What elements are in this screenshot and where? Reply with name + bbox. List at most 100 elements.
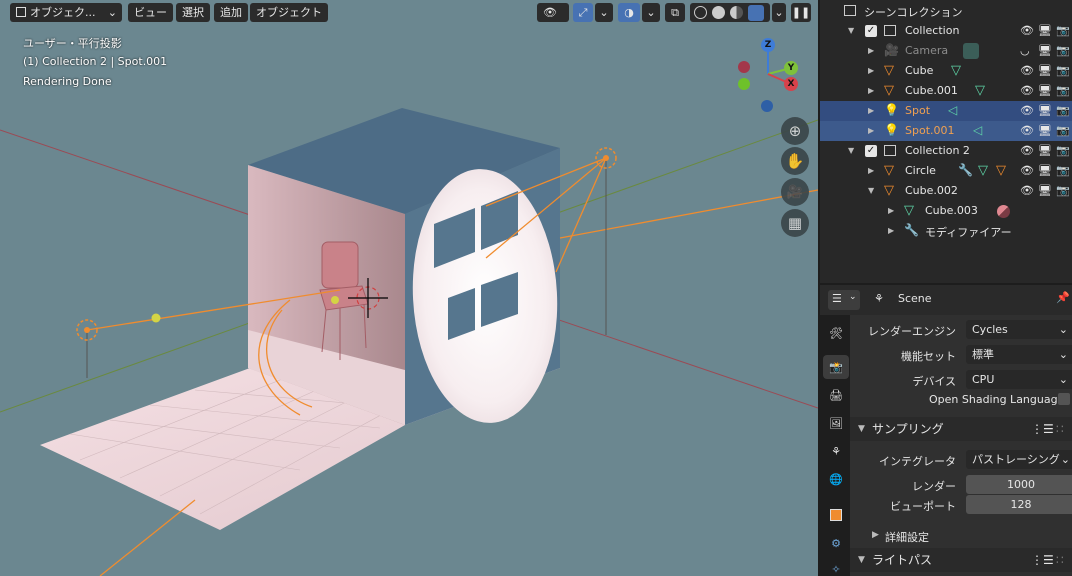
expand-down-icon[interactable]: ▼ [868, 186, 874, 195]
eye-icon[interactable]: 👁 [1020, 184, 1034, 198]
sampling-panel-header[interactable]: ▼ サンプリング ⋮☰ ∷ [850, 417, 1072, 441]
monitor-icon[interactable]: 🖥 [1038, 64, 1052, 78]
monitor-icon[interactable]: 🖥 [1038, 24, 1052, 38]
monitor-icon[interactable]: 🖥 [1038, 144, 1052, 158]
monitor-icon[interactable]: 🖥 [1038, 84, 1052, 98]
tab-particles[interactable]: ✧ [823, 557, 849, 576]
list-icon[interactable]: ⋮☰ [1031, 548, 1054, 572]
camera-render-icon[interactable]: 📷 [1056, 24, 1070, 38]
editor-type-dropdown[interactable]: ☰ ⌄ [828, 290, 860, 310]
expand-right-icon[interactable]: ▶ [868, 66, 874, 75]
pin-icon[interactable]: 📌 [1056, 291, 1070, 304]
render-engine-select[interactable]: Cycles ⌄ [966, 320, 1072, 339]
camera-view-button[interactable]: 🎥 [781, 178, 809, 206]
include-checkbox[interactable]: ✓ [865, 25, 877, 37]
osl-checkbox[interactable] [1058, 393, 1070, 405]
gizmo-neg-z-axis[interactable] [761, 100, 773, 112]
tab-modifiers[interactable]: ⚙ [823, 531, 849, 555]
integrator-select[interactable]: パストレーシング ⌄ [966, 450, 1072, 469]
tab-output[interactable]: 🖨 [823, 383, 849, 407]
tab-render[interactable]: 📸 [823, 355, 849, 379]
3d-viewport[interactable]: オブジェク... ⌄ ビュー 選択 追加 オブジェクト 👁 ⤢ ⌄ ◑ ⌄ ⧉ ⌄… [0, 0, 818, 576]
material-shading-icon[interactable] [730, 6, 743, 19]
chevron-down-icon[interactable]: ⌄ [595, 3, 613, 22]
drag-handle-icon[interactable]: ∷ [1056, 417, 1064, 441]
gizmo-y-axis[interactable]: Y [784, 61, 798, 75]
menu-select[interactable]: 選択 [176, 3, 210, 22]
eye-icon[interactable]: 👁 [1020, 24, 1034, 38]
render-samples-field[interactable]: 1000 [966, 475, 1072, 494]
eye-icon[interactable]: 👁 [1020, 124, 1034, 138]
gizmo-x-axis[interactable]: X [784, 77, 798, 91]
tab-view-layer[interactable]: 🖼 [823, 411, 849, 435]
camera-render-icon[interactable]: 📷 [1056, 64, 1070, 78]
wireframe-shading-icon[interactable] [694, 6, 707, 19]
expand-right-icon[interactable]: ▶ [868, 166, 874, 175]
expand-right-icon[interactable]: ▶ [868, 86, 874, 95]
eye-icon[interactable]: 👁 [1020, 104, 1034, 118]
camera-render-icon[interactable]: 📷 [1056, 44, 1070, 58]
menu-view[interactable]: ビュー [128, 3, 173, 22]
camera-render-icon[interactable]: 📷 [1056, 84, 1070, 98]
gizmo-neg-x-axis[interactable] [738, 61, 750, 73]
outliner: シーンコレクション ▼ ✓ Collection ▶ 🎥 Camera ▶ ▽ … [820, 0, 1072, 283]
ortho-toggle-button[interactable]: ▦ [781, 209, 809, 237]
expand-down-icon[interactable]: ▼ [848, 26, 854, 35]
lightpath-panel-header[interactable]: ▼ ライトパス ⋮☰ ∷ [850, 548, 1072, 572]
expand-right-icon[interactable]: ▶ [868, 126, 874, 135]
rendered-shading-icon[interactable] [748, 5, 764, 21]
navigation-gizmo[interactable]: Z Y X [736, 36, 806, 114]
tab-object[interactable] [823, 503, 849, 527]
feature-set-select[interactable]: 標準 ⌄ [966, 345, 1072, 364]
menu-add[interactable]: 追加 [214, 3, 248, 22]
visibility-dropdown[interactable]: 👁 [537, 3, 569, 22]
eye-icon[interactable]: 👁 [1020, 144, 1034, 158]
mode-dropdown[interactable]: オブジェク... ⌄ [10, 3, 122, 22]
gizmo-toggle[interactable]: ⤢ [573, 3, 593, 22]
monitor-icon[interactable]: 🖥 [1038, 164, 1052, 178]
gizmo-z-axis[interactable]: Z [761, 38, 775, 52]
viewport-samples-field[interactable]: 128 [966, 495, 1072, 514]
eye-icon[interactable]: 👁 [1020, 84, 1034, 98]
blender-window: オブジェク... ⌄ ビュー 選択 追加 オブジェクト 👁 ⤢ ⌄ ◑ ⌄ ⧉ ⌄… [0, 0, 1072, 576]
drag-handle-icon[interactable]: ∷ [1056, 548, 1064, 572]
outliner-row-modifiers[interactable]: ▶ 🔧 モディファイアー [820, 221, 1072, 241]
eye-icon[interactable]: 👁 [1020, 164, 1034, 178]
scene-collection-row[interactable]: シーンコレクション [820, 1, 1072, 21]
expand-right-icon[interactable]: ▶ [868, 106, 874, 115]
zoom-button[interactable]: ⊕ [781, 117, 809, 145]
chevron-down-icon[interactable]: ⌄ [772, 3, 786, 22]
expand-right-icon[interactable]: ▶ [888, 226, 894, 235]
camera-render-icon[interactable]: 📷 [1056, 104, 1070, 118]
chevron-down-icon[interactable]: ⌄ [642, 3, 660, 22]
solid-shading-icon[interactable] [712, 6, 725, 19]
expand-right-icon[interactable]: ▶ [888, 206, 894, 215]
camera-render-icon[interactable]: 📷 [1056, 124, 1070, 138]
tab-tool[interactable]: 🛠 [823, 321, 849, 345]
eye-icon[interactable]: 👁 [1020, 64, 1034, 78]
menu-object[interactable]: オブジェクト [250, 3, 328, 22]
include-checkbox[interactable]: ✓ [865, 145, 877, 157]
expand-down-icon[interactable]: ▼ [848, 146, 854, 155]
device-select[interactable]: CPU ⌄ [966, 370, 1072, 389]
pause-render-button[interactable]: ❚❚ [791, 3, 811, 22]
tab-world[interactable]: 🌐 [823, 467, 849, 491]
camera-render-icon[interactable]: 📷 [1056, 144, 1070, 158]
monitor-icon[interactable]: 🖥 [1038, 104, 1052, 118]
monitor-icon[interactable]: 🖥 [1038, 184, 1052, 198]
xray-toggle[interactable]: ⧉ [665, 3, 685, 22]
outliner-row-cube-003[interactable]: ▶ ▽ Cube.003 [820, 201, 1072, 221]
monitor-icon[interactable]: 🖥 [1038, 44, 1052, 58]
camera-render-icon[interactable]: 📷 [1056, 164, 1070, 178]
pan-button[interactable]: ✋ [781, 147, 809, 175]
gizmo-neg-y-axis[interactable] [738, 78, 750, 90]
camera-render-icon[interactable]: 📷 [1056, 184, 1070, 198]
particles-icon: ✧ [831, 562, 841, 576]
eye-closed-icon[interactable]: ◡ [1020, 44, 1034, 58]
list-icon[interactable]: ⋮☰ [1031, 417, 1054, 441]
tab-scene[interactable]: ⚘ [823, 439, 849, 463]
expand-right-icon[interactable]: ▶ [868, 46, 874, 55]
advanced-subpanel-header[interactable]: ▶ 詳細設定 [850, 525, 1072, 547]
monitor-icon[interactable]: 🖥 [1038, 124, 1052, 138]
overlay-toggle[interactable]: ◑ [618, 3, 640, 22]
